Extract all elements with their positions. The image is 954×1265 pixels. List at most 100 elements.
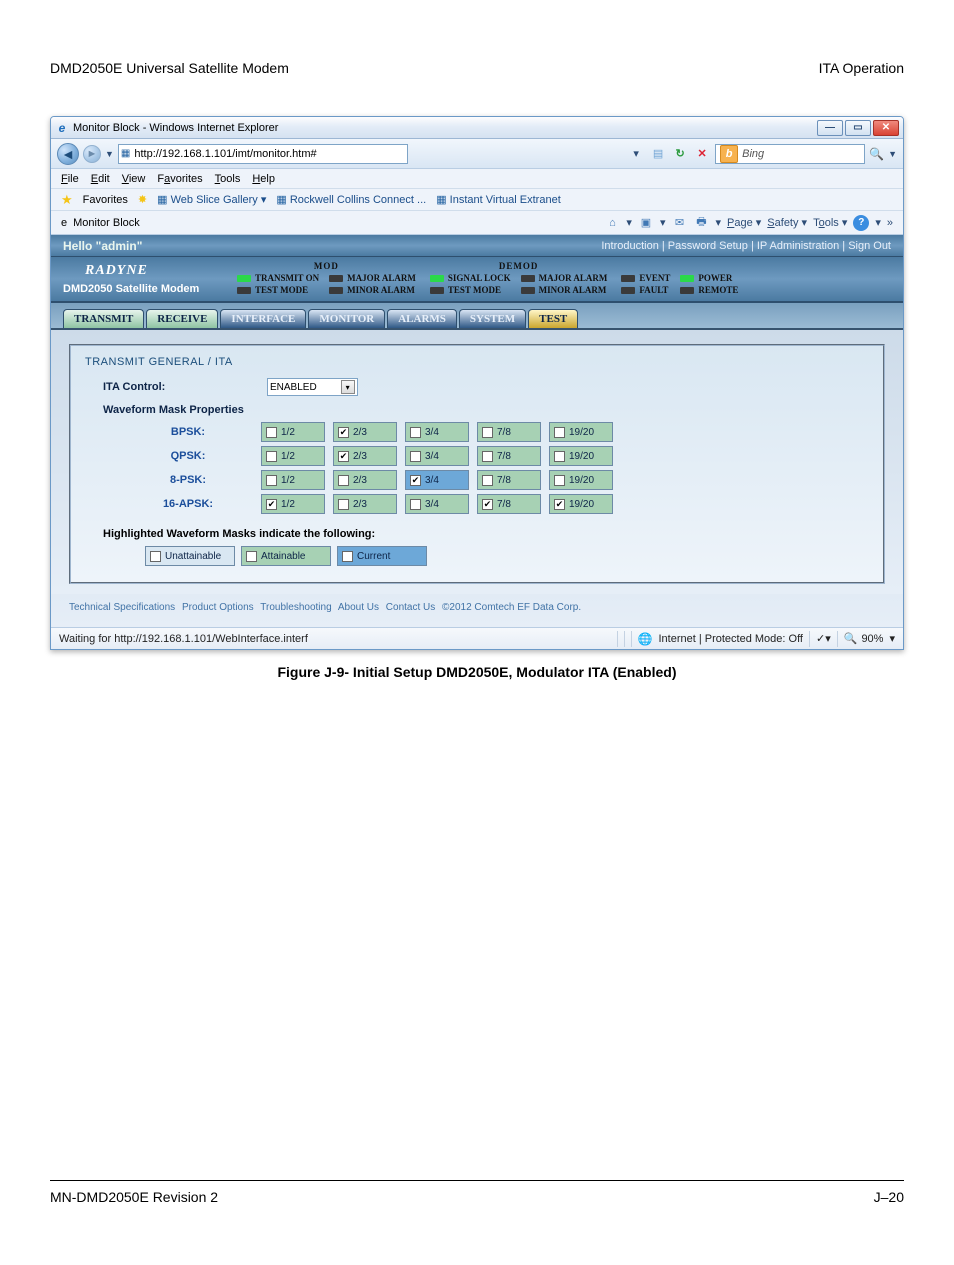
cell-8psk-4[interactable]: 19/20 xyxy=(549,470,613,490)
checkbox[interactable] xyxy=(266,451,277,462)
dropdown-arrow-icon: ▾ xyxy=(341,380,355,394)
tab-monitor[interactable]: MONITOR xyxy=(308,309,385,328)
cell-16apsk-2[interactable]: 3/4 xyxy=(405,494,469,514)
checkbox[interactable] xyxy=(482,475,493,486)
menu-file[interactable]: File xyxy=(61,173,79,185)
checkbox[interactable]: ✔ xyxy=(482,499,493,510)
cell-qpsk-0[interactable]: 1/2 xyxy=(261,446,325,466)
menu-edit[interactable]: Edit xyxy=(91,173,110,185)
search-box[interactable]: b Bing xyxy=(715,144,865,164)
cell-8psk-0[interactable]: 1/2 xyxy=(261,470,325,490)
tab-interface[interactable]: INTERFACE xyxy=(220,309,306,328)
checkbox[interactable] xyxy=(338,475,349,486)
cell-bpsk-1[interactable]: ✔2/3 xyxy=(333,422,397,442)
tab-alarms[interactable]: ALARMS xyxy=(387,309,457,328)
mail-icon[interactable]: ✉ xyxy=(671,215,687,231)
address-bar[interactable]: ▦ xyxy=(118,144,408,164)
fav-link-web-slice[interactable]: ▦ Web Slice Gallery ▾ xyxy=(157,193,266,206)
top-nav-links[interactable]: Introduction | Password Setup | IP Admin… xyxy=(601,240,891,252)
cell-8psk-2[interactable]: ✔3/4 xyxy=(405,470,469,490)
checkbox[interactable]: ✔ xyxy=(266,499,277,510)
close-button[interactable]: ✕ xyxy=(873,120,899,136)
feeds-icon[interactable]: ▣ xyxy=(638,215,654,231)
cell-bpsk-4[interactable]: 19/20 xyxy=(549,422,613,442)
checkbox[interactable]: ✔ xyxy=(338,427,349,438)
cell-16apsk-4[interactable]: ✔19/20 xyxy=(549,494,613,514)
checkbox[interactable] xyxy=(410,499,421,510)
favorites-star-icon[interactable]: ★ xyxy=(61,192,73,208)
cell-qpsk-2[interactable]: 3/4 xyxy=(405,446,469,466)
cell-16apsk-3[interactable]: ✔7/8 xyxy=(477,494,541,514)
led-mod-major xyxy=(329,275,343,282)
cmd-tools[interactable]: Tools ▾ xyxy=(813,216,847,229)
maximize-button[interactable]: ▭ xyxy=(845,120,871,136)
favorites-bar: ★ Favorites ✸ ▦ Web Slice Gallery ▾ ▦ Ro… xyxy=(51,189,903,211)
checkbox[interactable] xyxy=(266,427,277,438)
cell-qpsk-3[interactable]: 7/8 xyxy=(477,446,541,466)
search-button[interactable]: 🔍 xyxy=(869,147,884,161)
home-icon[interactable]: ⌂ xyxy=(604,215,620,231)
favorites-label[interactable]: Favorites xyxy=(83,194,128,206)
link-product-options[interactable]: Product Options xyxy=(182,602,254,613)
stop-button[interactable]: ✕ xyxy=(693,145,711,163)
refresh-button[interactable]: ↻ xyxy=(671,145,689,163)
add-favorite-icon[interactable]: ✸ xyxy=(138,193,147,206)
sys-led-block: EVENT FAULT POWER REMOTE xyxy=(621,261,738,295)
link-contact[interactable]: Contact Us xyxy=(386,602,435,613)
checkbox[interactable]: ✔ xyxy=(338,451,349,462)
address-dropdown[interactable]: ▾ xyxy=(627,145,645,163)
checkbox[interactable] xyxy=(266,475,277,486)
checkbox[interactable] xyxy=(338,499,349,510)
cell-8psk-1[interactable]: 2/3 xyxy=(333,470,397,490)
checkbox[interactable] xyxy=(554,475,565,486)
menu-help[interactable]: Help xyxy=(252,173,275,185)
checkbox[interactable] xyxy=(554,451,565,462)
compat-view-icon[interactable]: ▤ xyxy=(649,145,667,163)
tab-transmit[interactable]: TRANSMIT xyxy=(63,309,144,328)
cell-16apsk-1[interactable]: 2/3 xyxy=(333,494,397,514)
help-icon[interactable]: ? xyxy=(853,215,869,231)
cell-bpsk-0[interactable]: 1/2 xyxy=(261,422,325,442)
tab-test[interactable]: TEST xyxy=(528,309,578,328)
forward-button[interactable]: ► xyxy=(83,145,101,163)
back-button[interactable]: ◄ xyxy=(57,143,79,165)
link-about[interactable]: About Us xyxy=(338,602,379,613)
led-mod-test xyxy=(237,287,251,294)
menu-tools[interactable]: Tools xyxy=(215,173,241,185)
checkbox[interactable]: ✔ xyxy=(410,475,421,486)
minimize-button[interactable]: — xyxy=(817,120,843,136)
zoom-control[interactable]: 🔍 90% xyxy=(844,632,884,645)
tab-system[interactable]: SYSTEM xyxy=(459,309,526,328)
fav-link-extranet[interactable]: ▦ Instant Virtual Extranet xyxy=(436,193,561,206)
cell-8psk-3[interactable]: 7/8 xyxy=(477,470,541,490)
link-troubleshooting[interactable]: Troubleshooting xyxy=(260,602,331,613)
ita-control-row: ITA Control: ENABLED ▾ xyxy=(85,378,869,396)
tab-receive[interactable]: RECEIVE xyxy=(146,309,218,328)
cell-qpsk-1[interactable]: ✔2/3 xyxy=(333,446,397,466)
cell-qpsk-4[interactable]: 19/20 xyxy=(549,446,613,466)
checkbox[interactable]: ✔ xyxy=(554,499,565,510)
status-mode-icon[interactable]: ✓▾ xyxy=(816,632,831,645)
cmd-safety[interactable]: Safety ▾ xyxy=(767,216,807,229)
checkbox[interactable] xyxy=(482,451,493,462)
nav-history-dropdown[interactable]: ▼ xyxy=(105,149,114,159)
link-tech-spec[interactable]: Technical Specifications xyxy=(69,602,175,613)
print-icon[interactable]: 🖶 xyxy=(693,215,709,231)
search-dropdown[interactable]: ▼ xyxy=(888,149,897,159)
checkbox[interactable] xyxy=(482,427,493,438)
menu-favorites[interactable]: Favorites xyxy=(157,173,202,185)
cell-16apsk-0[interactable]: ✔1/2 xyxy=(261,494,325,514)
cell-bpsk-3[interactable]: 7/8 xyxy=(477,422,541,442)
checkbox[interactable] xyxy=(410,427,421,438)
cmd-page[interactable]: Page ▾ xyxy=(727,216,761,229)
tab-label[interactable]: Monitor Block xyxy=(73,217,140,229)
menu-view[interactable]: View xyxy=(122,173,146,185)
fav-link-rockwell[interactable]: ▦ Rockwell Collins Connect ... xyxy=(276,193,426,206)
cell-bpsk-2[interactable]: 3/4 xyxy=(405,422,469,442)
checkbox[interactable] xyxy=(410,451,421,462)
zoom-dropdown[interactable]: ▾ xyxy=(889,632,895,645)
checkbox[interactable] xyxy=(554,427,565,438)
chevron-expand-icon[interactable]: » xyxy=(887,217,893,229)
url-input[interactable] xyxy=(134,148,405,160)
ita-control-select[interactable]: ENABLED ▾ xyxy=(267,378,358,396)
